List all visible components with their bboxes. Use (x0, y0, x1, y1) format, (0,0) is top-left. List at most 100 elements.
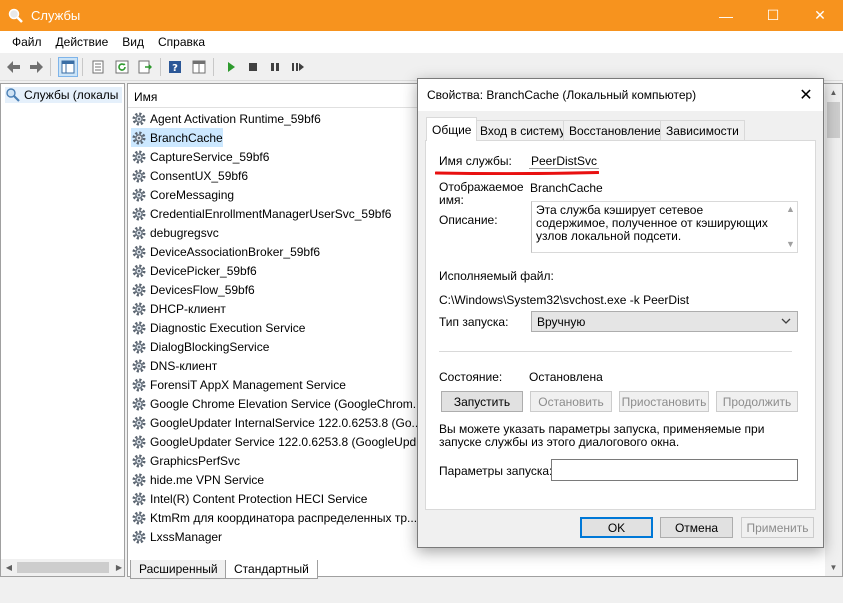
tab-standard[interactable]: Стандартный (225, 560, 318, 579)
scroll-up-icon[interactable]: ▲ (786, 203, 795, 216)
gear-icon (131, 377, 147, 393)
table-row[interactable]: hide.me VPN Service (131, 470, 264, 489)
table-row[interactable]: CaptureService_59bf6 (131, 147, 269, 166)
table-row[interactable]: ForensiT AppX Management Service (131, 375, 346, 394)
resume-button[interactable]: Продолжить (716, 391, 798, 412)
table-row[interactable]: Google Chrome Elevation Service (GoogleC… (131, 394, 423, 413)
table-row[interactable]: DNS-клиент (131, 356, 217, 375)
forward-arrow-icon[interactable] (26, 57, 46, 77)
gear-icon (131, 282, 147, 298)
view-icon[interactable] (189, 57, 209, 77)
service-name: CoreMessaging (150, 187, 235, 202)
tab-dependencies[interactable]: Зависимости (660, 120, 745, 140)
start-params-input[interactable] (551, 459, 798, 481)
general-tab-panel: Имя службы: PeerDistSvc Отображаемое имя… (425, 140, 816, 510)
play-icon[interactable] (221, 57, 241, 77)
scroll-down-icon[interactable]: ▼ (786, 238, 795, 251)
close-button[interactable]: ✕ (797, 0, 843, 31)
gear-icon (131, 187, 147, 203)
stop-button[interactable]: Остановить (530, 391, 612, 412)
service-name: GoogleUpdater Service 122.0.6253.8 (Goog… (150, 434, 427, 449)
table-row[interactable]: CredentialEnrollmentManagerUserSvc_59bf6 (131, 204, 391, 223)
tree-horizontal-scrollbar[interactable]: ◀ ▶ (1, 559, 124, 576)
description-box[interactable]: Эта служба кэширует сетевое содержимое, … (531, 201, 798, 253)
gear-icon (131, 244, 147, 260)
table-row[interactable]: GoogleUpdater InternalService 122.0.6253… (131, 413, 422, 432)
tab-extended[interactable]: Расширенный (130, 560, 227, 579)
menu-file[interactable]: Файл (5, 35, 49, 49)
table-row[interactable]: DeviceAssociationBroker_59bf6 (131, 242, 320, 261)
minimize-button[interactable]: — (703, 0, 749, 31)
table-row[interactable]: KtmRm для координатора распределенных тр… (131, 508, 417, 527)
service-name: Agent Activation Runtime_59bf6 (150, 111, 321, 126)
restart-icon[interactable] (288, 57, 308, 77)
maximize-button[interactable]: ☐ (750, 0, 796, 31)
start-button[interactable]: Запустить (441, 391, 523, 412)
divider (439, 351, 792, 352)
service-name-value[interactable]: PeerDistSvc (529, 154, 600, 169)
scroll-down-icon[interactable]: ▼ (825, 559, 842, 576)
table-row[interactable]: debugregsvc (131, 223, 219, 242)
menu-help[interactable]: Справка (151, 35, 212, 49)
tab-recovery[interactable]: Восстановление (563, 120, 667, 140)
table-row[interactable]: CoreMessaging (131, 185, 234, 204)
pause-icon[interactable] (265, 57, 285, 77)
dialog-close-icon[interactable]: ✕ (797, 86, 815, 104)
ok-button[interactable]: OK (580, 517, 653, 538)
table-row[interactable]: Intel(R) Content Protection HECI Service (131, 489, 367, 508)
display-name-value[interactable]: BranchCache (530, 181, 603, 195)
pause-button[interactable]: Приостановить (619, 391, 709, 412)
table-row[interactable]: Diagnostic Execution Service (131, 318, 305, 337)
menu-bar: Файл Действие Вид Справка (0, 31, 843, 53)
table-row[interactable]: GoogleUpdater Service 122.0.6253.8 (Goog… (131, 432, 426, 451)
toolbar-separator (213, 58, 214, 76)
gear-icon (131, 320, 147, 336)
service-name: GraphicsPerfSvc (150, 453, 241, 468)
scroll-thumb[interactable] (827, 102, 840, 138)
back-arrow-icon[interactable] (4, 57, 24, 77)
service-name-label: Имя службы: (439, 154, 512, 168)
gear-icon (131, 453, 147, 469)
service-name: debugregsvc (150, 225, 219, 240)
table-row[interactable]: Agent Activation Runtime_59bf6 (131, 109, 321, 128)
scroll-left-icon[interactable]: ◀ (1, 559, 17, 576)
help-icon[interactable]: ? (165, 57, 185, 77)
cancel-button[interactable]: Отмена (660, 517, 733, 538)
menu-action[interactable]: Действие (49, 35, 116, 49)
service-name: LxssManager (150, 529, 223, 544)
apply-button[interactable]: Применить (741, 517, 814, 538)
console-tree-icon[interactable] (58, 57, 78, 77)
column-header-name[interactable]: Имя (128, 84, 428, 108)
description-scrollbar[interactable]: ▲ ▼ (783, 202, 797, 252)
table-row[interactable]: DialogBlockingService (131, 337, 269, 356)
table-row[interactable]: GraphicsPerfSvc (131, 451, 240, 470)
tab-logon[interactable]: Вход в систему (474, 120, 572, 140)
toolbar-separator (82, 58, 83, 76)
service-name: CaptureService_59bf6 (150, 149, 270, 164)
table-row[interactable]: DevicesFlow_59bf6 (131, 280, 255, 299)
menu-view[interactable]: Вид (115, 35, 151, 49)
scroll-thumb[interactable] (17, 562, 109, 573)
display-name-label: Отображаемое имя: (439, 180, 524, 207)
tree-item-services[interactable]: Службы (локалы (5, 87, 123, 103)
service-name: Google Chrome Elevation Service (GoogleC… (150, 396, 423, 411)
list-vertical-scrollbar[interactable]: ▲ ▼ (825, 84, 842, 576)
start-params-label: Параметры запуска: (439, 464, 553, 478)
service-name: DialogBlockingService (150, 339, 270, 354)
table-row[interactable]: DevicePicker_59bf6 (131, 261, 257, 280)
refresh-icon[interactable] (112, 57, 132, 77)
gear-icon (131, 168, 147, 184)
service-name: DNS-клиент (150, 358, 218, 373)
gear-icon (131, 263, 147, 279)
table-row[interactable]: LxssManager (131, 527, 222, 546)
table-row[interactable]: DHCP-клиент (131, 299, 226, 318)
table-row[interactable]: ConsentUX_59bf6 (131, 166, 248, 185)
export-list-icon[interactable] (135, 57, 155, 77)
scroll-up-icon[interactable]: ▲ (825, 84, 842, 101)
startup-type-select[interactable]: Вручную (531, 311, 798, 332)
tab-general[interactable]: Общие (426, 117, 478, 141)
properties-icon[interactable] (88, 57, 108, 77)
scroll-right-icon[interactable]: ▶ (111, 559, 124, 576)
table-row[interactable]: BranchCache (131, 128, 223, 147)
stop-icon[interactable] (243, 57, 263, 77)
